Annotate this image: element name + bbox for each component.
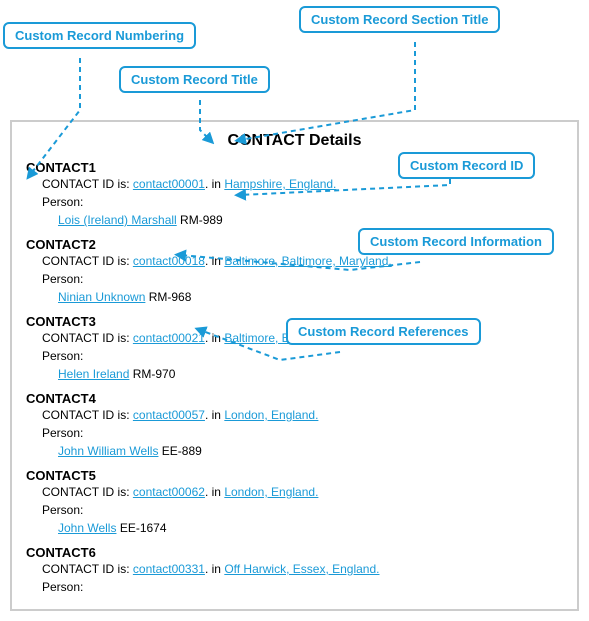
bubble-record-title: Custom Record Title bbox=[119, 66, 270, 93]
location-link[interactable]: Off Harwick, Essex, England. bbox=[224, 562, 379, 576]
record-block: CONTACT6 CONTACT ID is: contact00331. in … bbox=[26, 545, 563, 596]
ref-code: RM-989 bbox=[177, 213, 223, 227]
location-link[interactable]: Baltimore, Baltimore, Maryland. bbox=[224, 254, 391, 268]
person-name[interactable]: Helen Ireland bbox=[58, 367, 129, 381]
contact-id-number[interactable]: contact00021 bbox=[133, 331, 205, 345]
person-name[interactable]: John William Wells bbox=[58, 444, 158, 458]
contact-id-number[interactable]: contact00057 bbox=[133, 408, 205, 422]
record-detail: CONTACT ID is: contact00331. in Off Harw… bbox=[42, 560, 563, 596]
record-detail: CONTACT ID is: contact00062. in London, … bbox=[42, 483, 563, 537]
person-indent: Helen Ireland RM-970 bbox=[58, 365, 175, 383]
location-link[interactable]: London, England. bbox=[224, 408, 318, 422]
record-detail: CONTACT ID is: contact00057. in London, … bbox=[42, 406, 563, 460]
person-indent: Lois (Ireland) Marshall RM-989 bbox=[58, 211, 223, 229]
record-id-label: CONTACT6 bbox=[26, 545, 563, 560]
person-name[interactable]: Ninian Unknown bbox=[58, 290, 145, 304]
bubble-section-title: Custom Record Section Title bbox=[299, 6, 500, 33]
bubble-record-references: Custom Record References bbox=[286, 318, 481, 345]
record-id-label: CONTACT5 bbox=[26, 468, 563, 483]
record-block: CONTACT5 CONTACT ID is: contact00062. in … bbox=[26, 468, 563, 537]
contact-id-line: CONTACT ID is: contact00062. in London, … bbox=[42, 485, 318, 499]
record-detail: CONTACT ID is: contact00018. in Baltimor… bbox=[42, 252, 563, 306]
person-indent: John Wells EE-1674 bbox=[58, 519, 167, 537]
person-indent: Ninian Unknown RM-968 bbox=[58, 288, 191, 306]
bubble-numbering: Custom Record Numbering bbox=[3, 22, 196, 49]
contact-id-line: CONTACT ID is: contact00001. in Hampshir… bbox=[42, 177, 336, 191]
panel-title: CONTACT Details bbox=[26, 132, 563, 150]
contact-id-number[interactable]: contact00062 bbox=[133, 485, 205, 499]
contact-id-number[interactable]: contact00331 bbox=[133, 562, 205, 576]
ref-code: EE-889 bbox=[158, 444, 201, 458]
content-panel: CONTACT Details CONTACT1CONTACT ID is: c… bbox=[10, 120, 579, 611]
contact-id-number[interactable]: contact00001 bbox=[133, 177, 205, 191]
bubble-record-information: Custom Record Information bbox=[358, 228, 554, 255]
person-name[interactable]: Lois (Ireland) Marshall bbox=[58, 213, 177, 227]
location-link[interactable]: Hampshire, England. bbox=[224, 177, 336, 191]
contact-id-number[interactable]: contact00018 bbox=[133, 254, 205, 268]
bubble-record-id: Custom Record ID bbox=[398, 152, 535, 179]
record-block: CONTACT4 CONTACT ID is: contact00057. in … bbox=[26, 391, 563, 460]
ref-code: EE-1674 bbox=[116, 521, 166, 535]
contact-id-line: CONTACT ID is: contact00331. in Off Harw… bbox=[42, 562, 380, 576]
person-name[interactable]: John Wells bbox=[58, 521, 116, 535]
ref-code: RM-968 bbox=[145, 290, 191, 304]
record-detail: CONTACT ID is: contact00001. in Hampshir… bbox=[42, 175, 563, 229]
record-id-label: CONTACT4 bbox=[26, 391, 563, 406]
ref-code: RM-970 bbox=[129, 367, 175, 381]
contact-id-line: CONTACT ID is: contact00018. in Baltimor… bbox=[42, 254, 392, 268]
contact-id-line: CONTACT ID is: contact00057. in London, … bbox=[42, 408, 318, 422]
location-link[interactable]: London, England. bbox=[224, 485, 318, 499]
records-container: CONTACT1CONTACT ID is: contact00001. in … bbox=[26, 160, 563, 596]
person-indent: John William Wells EE-889 bbox=[58, 442, 202, 460]
page-wrapper: Custom Record Numbering Custom Record Se… bbox=[0, 0, 589, 621]
